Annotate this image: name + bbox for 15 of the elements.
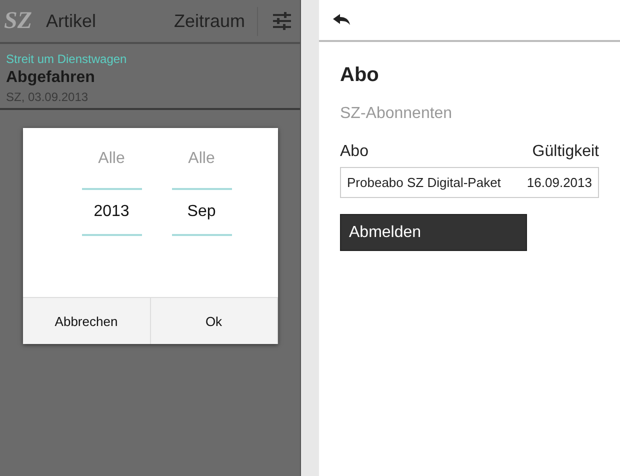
- table-cell: Probeabo SZ Digital-Paket: [347, 175, 501, 190]
- article-kicker: Streit um Dienstwagen: [6, 52, 128, 66]
- logo: SZ: [4, 8, 32, 34]
- section-subtitle: SZ-Abonnenten: [340, 105, 454, 123]
- column-header: Abo: [340, 143, 368, 161]
- dialog-button[interactable]: Abbrechen: [23, 298, 150, 344]
- page-title: Abo: [340, 64, 380, 87]
- picker-value[interactable]: Sep: [172, 188, 232, 236]
- unsubscribe-button[interactable]: Abmelden: [340, 214, 527, 251]
- table-cell: 16.09.2013: [526, 175, 592, 190]
- dialog-button[interactable]: Ok: [150, 298, 278, 344]
- back-icon[interactable]: [333, 14, 351, 26]
- column-header: Gültigkeit: [532, 143, 599, 161]
- picker-value[interactable]: 2013: [82, 188, 142, 236]
- settings-icon[interactable]: [272, 12, 292, 30]
